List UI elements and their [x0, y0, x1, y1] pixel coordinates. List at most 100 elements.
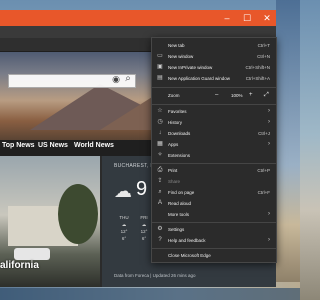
menu-item-label: Zoom [168, 93, 180, 98]
menu-item-label: New Application Guard window [168, 76, 231, 81]
nav-us-news[interactable]: US News [38, 142, 68, 149]
search-icon[interactable]: ⌕ [121, 72, 135, 86]
fullscreen-icon[interactable]: ⤢ [264, 90, 269, 101]
menu-item-shortcut: Ctrl+T [257, 43, 270, 48]
forecast-day: THU ☁ 12° 6° [116, 214, 132, 250]
app-guard-icon: ▤ [157, 75, 163, 81]
menu-item-apps[interactable]: ▦ Apps › [152, 139, 276, 150]
menu-item-label: Print [168, 168, 178, 173]
zoom-in-button[interactable]: + [249, 90, 253, 101]
chevron-right-icon: › [268, 119, 270, 125]
menu-item-label: More tools [168, 212, 190, 217]
menu-item-shortcut: Ctrl+J [258, 131, 270, 136]
carousel-dots[interactable] [6, 278, 41, 287]
forecast-icon: ☁ [121, 222, 127, 227]
nav-world-news[interactable]: World News [74, 142, 114, 149]
title-bar[interactable]: – ☐ ✕ [0, 10, 276, 26]
article-image-car [14, 248, 50, 260]
menu-item-find-on-page[interactable]: ⌕ Find on page Ctrl+F [152, 187, 276, 198]
menu-item-new-app-guard-window[interactable]: ▤ New Application Guard window Ctrl+Shif… [152, 73, 276, 84]
weather-temperature: 9 [136, 178, 148, 200]
menu-separator [152, 163, 276, 164]
menu-item-label: New tab [168, 43, 185, 48]
menu-item-label: Downloads [168, 131, 191, 136]
forecast-high: 12° [140, 229, 148, 234]
menu-item-new-tab[interactable]: New tab Ctrl+T [152, 40, 276, 51]
nav-top-news[interactable]: Top News [2, 142, 35, 149]
menu-item-help-and-feedback[interactable]: ? Help and feedback › [152, 235, 276, 246]
menu-item-label: Read aloud [168, 201, 192, 206]
forecast-icon: ☁ [141, 222, 147, 227]
menu-item-favorites[interactable]: ☆ Favorites › [152, 106, 276, 117]
forecast-high: 12° [120, 229, 128, 234]
article-card[interactable]: alifornia [0, 156, 100, 287]
article-image-tree [58, 184, 98, 244]
menu-item-history[interactable]: ◷ History › [152, 117, 276, 128]
menu-item-zoom: Zoom – 100% + ⤢ [152, 90, 276, 101]
weather-footer: Data from Foreca | Updated 26 mins ago [114, 273, 196, 278]
taskbar [0, 288, 300, 300]
menu-item-label: Close Microsoft Edge [168, 253, 211, 258]
extensions-icon: ✧ [157, 152, 163, 158]
menu-separator [152, 87, 276, 88]
find-icon: ⌕ [158, 189, 162, 195]
history-icon: ◷ [157, 119, 163, 125]
apps-icon: ▦ [157, 141, 163, 147]
window-icon: ▭ [157, 53, 163, 59]
menu-item-label: Settings [168, 227, 185, 232]
menu-item-label: Extensions [168, 153, 191, 158]
menu-item-share[interactable]: ⇪ Share [152, 176, 276, 187]
desktop-wallpaper [276, 0, 300, 300]
chevron-right-icon: › [268, 211, 270, 217]
menu-item-shortcut: Ctrl+Shift+A [245, 76, 270, 81]
help-icon: ? [158, 237, 162, 243]
menu-separator [152, 222, 276, 223]
menu-item-label: New InPrivate window [168, 65, 213, 70]
menu-item-print[interactable]: ⎙ Print Ctrl+P [152, 165, 276, 176]
menu-item-shortcut: Ctrl+F [257, 190, 270, 195]
chevron-right-icon: › [268, 237, 270, 243]
gear-icon: ⚙ [157, 226, 163, 232]
inprivate-icon: ▣ [157, 64, 163, 70]
menu-item-extensions[interactable]: ✧ Extensions [152, 150, 276, 161]
zoom-out-button[interactable]: – [215, 90, 218, 101]
minimize-button[interactable]: – [220, 10, 234, 26]
forecast-low: 6° [121, 236, 127, 241]
menu-separator [152, 104, 276, 105]
menu-item-label: History [168, 120, 183, 125]
menu-item-new-window[interactable]: ▭ New window Ctrl+N [152, 51, 276, 62]
chevron-right-icon: › [268, 141, 270, 147]
maximize-button[interactable]: ☐ [240, 10, 254, 26]
menu-item-shortcut: Ctrl+Shift+N [245, 65, 270, 70]
menu-item-settings[interactable]: ⚙ Settings [152, 224, 276, 235]
menu-item-label: Favorites [168, 109, 187, 114]
print-icon: ⎙ [157, 167, 163, 173]
menu-item-downloads[interactable]: ↓ Downloads Ctrl+J [152, 128, 276, 139]
close-button[interactable]: ✕ [260, 10, 274, 26]
forecast-day-name: FRI [140, 215, 148, 220]
menu-item-more-tools[interactable]: More tools › [152, 209, 276, 220]
favorites-icon: ☆ [157, 108, 163, 114]
menu-item-close-edge[interactable]: Close Microsoft Edge [152, 250, 276, 261]
menu-item-label: Help and feedback [168, 238, 206, 243]
menu-item-shortcut: Ctrl+P [257, 168, 270, 173]
read-aloud-icon: A [157, 200, 162, 206]
settings-menu: New tab Ctrl+T ▭ New window Ctrl+N ▣ New… [151, 37, 277, 263]
menu-item-shortcut: Ctrl+N [257, 54, 270, 59]
menu-item-label: Find on page [168, 190, 195, 195]
menu-item-label: Share [168, 179, 181, 184]
forecast-day: FRI ☁ 12° 6° [136, 214, 152, 250]
download-icon: ↓ [158, 130, 162, 136]
cloud-icon: ☁ [114, 181, 132, 201]
zoom-level: 100% [231, 93, 243, 98]
forecast-day-name: THU [119, 215, 129, 220]
chevron-right-icon: › [268, 108, 270, 114]
menu-item-read-aloud[interactable]: A Read aloud [152, 198, 276, 209]
article-title[interactable]: alifornia [0, 260, 39, 271]
share-icon: ⇪ [157, 178, 163, 184]
menu-item-new-inprivate-window[interactable]: ▣ New InPrivate window Ctrl+Shift+N [152, 62, 276, 73]
menu-separator [152, 248, 276, 249]
menu-item-label: Apps [168, 142, 179, 147]
menu-item-label: New window [168, 54, 194, 59]
forecast-low: 6° [141, 236, 147, 241]
